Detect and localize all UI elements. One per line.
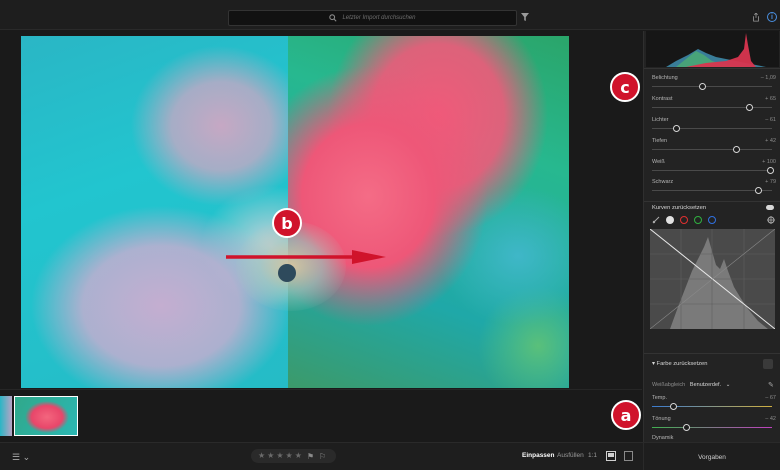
slider-temp[interactable]: Temp. – 67 (652, 395, 776, 415)
slider-value: – 1,09 (760, 75, 776, 81)
flag-pick-icon[interactable]: ⚑ (307, 452, 314, 461)
zoom-fill[interactable]: Ausfüllen (557, 452, 584, 459)
search-input[interactable]: Letzter Import durchsuchen (228, 10, 517, 26)
color-mixer-icon[interactable] (763, 359, 773, 369)
slider-track[interactable] (652, 128, 772, 129)
histogram (646, 31, 779, 67)
star-icon[interactable]: ★ (295, 452, 302, 460)
compare-view-icon[interactable] (624, 451, 633, 461)
annotation-badge-b: b (272, 208, 302, 238)
target-adjust-icon[interactable] (767, 216, 775, 224)
slider-value: + 79 (765, 179, 776, 185)
annotation-badge-a: a (611, 400, 641, 430)
flag-reject-icon[interactable]: ⚐ (319, 452, 326, 461)
curve-toggle[interactable] (766, 205, 774, 210)
photo-after-half (288, 36, 569, 388)
slider-contrast[interactable]: Kontrast + 65 (652, 96, 776, 116)
slider-track[interactable] (652, 107, 772, 108)
panel-divider (644, 68, 780, 69)
info-icon[interactable]: i (767, 12, 777, 22)
slider-exposure[interactable]: Belichtung – 1,09 (652, 75, 776, 95)
slider-knob[interactable] (732, 146, 740, 153)
curve-green-dot[interactable] (694, 216, 702, 224)
star-icon[interactable]: ★ (258, 452, 265, 460)
slider-knob[interactable] (754, 187, 762, 194)
eyedropper-icon[interactable]: ✎ (768, 381, 774, 389)
white-balance-row[interactable]: Weißabgleich Benutzerdef. ⌄ ✎ (652, 381, 777, 389)
panel-divider (644, 201, 780, 202)
slider-knob[interactable] (683, 424, 691, 431)
slider-knob[interactable] (672, 125, 680, 132)
slider-value: – 42 (765, 416, 776, 422)
slider-label: Weiß (652, 159, 665, 165)
wb-select[interactable]: Benutzerdef. (690, 382, 721, 388)
color-reset-title: ▾ Farbe zurücksetzen (652, 361, 708, 367)
slider-value: + 65 (765, 96, 776, 102)
slider-track[interactable] (652, 427, 772, 428)
thumbnail-previous[interactable] (0, 396, 12, 436)
star-icon[interactable]: ★ (267, 452, 274, 460)
curve-reset-title[interactable]: Kurven zurücksetzen (652, 205, 777, 211)
slider-whites[interactable]: Weiß + 100 (652, 159, 776, 179)
slider-value: + 42 (765, 138, 776, 144)
arrow-annotation (226, 250, 386, 264)
slider-value: – 61 (765, 117, 776, 123)
annotation-badge-c: c (610, 72, 640, 102)
slider-dynamics[interactable]: Dynamik (652, 435, 776, 442)
slider-value: – 67 (765, 395, 776, 401)
zoom-1to1[interactable]: 1:1 (588, 452, 597, 459)
zoom-fit[interactable]: Einpassen (522, 452, 555, 459)
star-icon[interactable]: ★ (286, 452, 293, 460)
search-placeholder: Letzter Import durchsuchen (342, 15, 416, 21)
slider-label: Tönung (652, 416, 671, 422)
slider-tint[interactable]: Tönung – 42 (652, 416, 776, 436)
share-icon[interactable] (752, 13, 760, 22)
slider-shadows[interactable]: Tiefen + 42 (652, 138, 776, 158)
slider-knob[interactable] (767, 167, 774, 174)
slider-blacks[interactable]: Schwarz + 79 (652, 179, 776, 199)
presets-button[interactable]: Vorgaben (643, 443, 780, 470)
slider-label: Dynamik (652, 435, 674, 441)
curve-rgb-dot[interactable] (666, 216, 674, 224)
slider-track[interactable] (652, 86, 772, 87)
thumbnail-selected[interactable] (14, 396, 78, 436)
slider-label: Kontrast (652, 96, 673, 102)
edit-panel: Belichtung – 1,09 Kontrast + 65 Lichter … (643, 31, 780, 442)
color-title-text: Farbe zurücksetzen (656, 361, 708, 367)
slider-label: Belichtung (652, 75, 678, 81)
point-curve-icon[interactable] (652, 216, 660, 224)
top-bar: Letzter Import durchsuchen i (0, 0, 780, 30)
slider-value: + 100 (762, 159, 776, 165)
chevron-down-icon: ⌄ (725, 382, 731, 388)
star-icon[interactable]: ★ (276, 452, 283, 460)
filter-icon[interactable] (521, 13, 529, 21)
slider-knob[interactable] (746, 104, 754, 111)
slider-label: Tiefen (652, 138, 668, 144)
slider-knob[interactable] (698, 83, 706, 90)
slider-label: Schwarz (652, 179, 674, 185)
slider-track[interactable] (652, 170, 772, 171)
search-icon (329, 14, 338, 22)
sort-icon[interactable]: ☰ ⌄ (12, 452, 36, 462)
curve-red-dot[interactable] (680, 216, 688, 224)
bottom-bar: ☰ ⌄ ★ ★ ★ ★ ★ ⚑ ⚐ Einpassen Ausfüllen 1:… (0, 442, 780, 470)
slider-knob[interactable] (670, 403, 678, 410)
slider-label: Temp. (652, 395, 667, 401)
slider-track[interactable] (652, 149, 772, 150)
panel-divider (644, 353, 780, 354)
tone-curve[interactable] (650, 229, 775, 329)
slider-label: Lichter (652, 117, 669, 123)
filmstrip (0, 389, 642, 439)
rating-flags[interactable]: ★ ★ ★ ★ ★ ⚑ ⚐ (251, 449, 336, 463)
filmstrip-view-icon[interactable] (606, 451, 616, 461)
curve-channels (652, 216, 777, 225)
flower-stamen (278, 264, 296, 282)
wb-label: Weißabgleich (652, 382, 686, 388)
photo-before-half (21, 36, 288, 388)
slider-highlights[interactable]: Lichter – 61 (652, 117, 776, 137)
curve-blue-dot[interactable] (708, 216, 716, 224)
